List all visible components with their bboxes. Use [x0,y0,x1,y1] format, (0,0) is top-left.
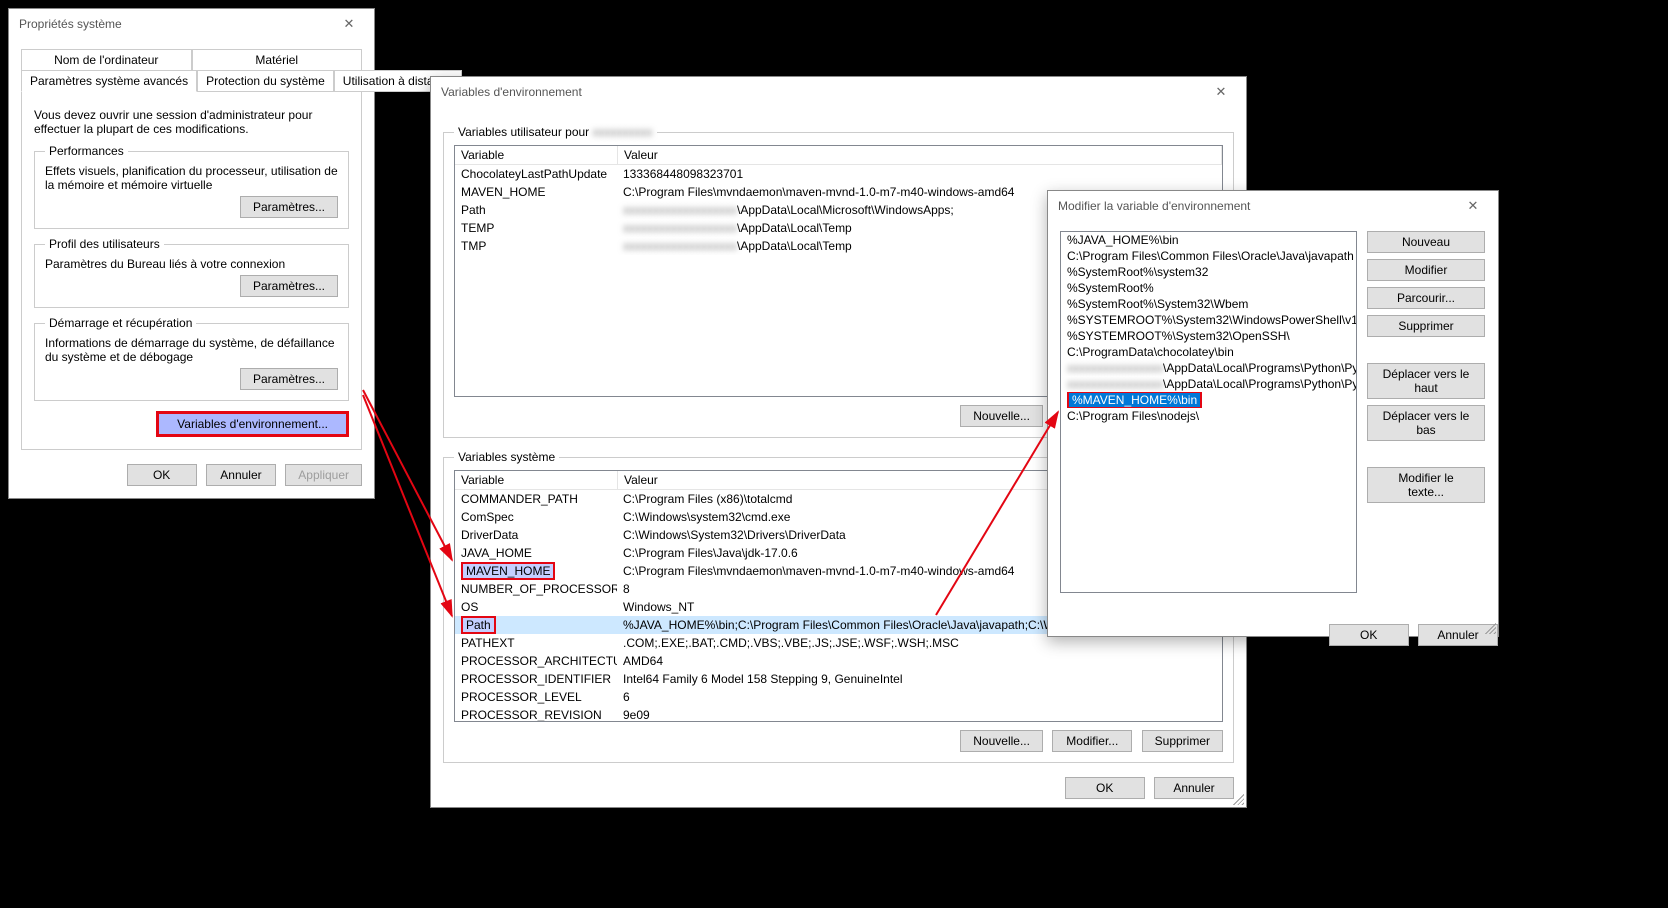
cancel-button[interactable]: Annuler [1154,777,1234,799]
table-row[interactable]: PROCESSOR_REVISION9e09 [455,706,1222,722]
edit-entry-button[interactable]: Modifier [1367,259,1485,281]
move-down-button[interactable]: Déplacer vers le bas [1367,405,1485,441]
sys-delete-button[interactable]: Supprimer [1142,730,1223,752]
user-profile-legend: Profil des utilisateurs [45,237,164,251]
table-row[interactable]: ChocolateyLastPathUpdate1333684480983237… [455,165,1222,183]
list-item[interactable]: %SYSTEMROOT%\System32\OpenSSH\ [1061,328,1356,344]
system-properties-window: Propriétés système ✕ Nom de l'ordinateur… [8,8,375,499]
startup-settings-button[interactable]: Paramètres... [240,368,338,390]
tab-system-protection[interactable]: Protection du système [197,70,334,92]
col-value[interactable]: Valeur [618,146,1222,165]
tab-computer-name[interactable]: Nom de l'ordinateur [21,49,192,71]
startup-group: Démarrage et récupération Informations d… [34,316,349,401]
cancel-button[interactable]: Annuler [206,464,276,486]
browse-button[interactable]: Parcourir... [1367,287,1485,309]
titlebar[interactable]: Modifier la variable d'environnement ✕ [1048,191,1498,221]
user-profile-desc: Paramètres du Bureau liés à votre connex… [45,257,338,271]
table-row[interactable]: PROCESSOR_IDENTIFIERIntel64 Family 6 Mod… [455,670,1222,688]
startup-legend: Démarrage et récupération [45,316,196,330]
list-item[interactable]: C:\Program Files\nodejs\ [1061,408,1356,424]
list-item[interactable]: %SYSTEMROOT%\System32\WindowsPowerShell\… [1061,312,1356,328]
list-item[interactable]: %SystemRoot% [1061,280,1356,296]
ok-button[interactable]: OK [127,464,197,486]
edit-env-variable-window: Modifier la variable d'environnement ✕ %… [1047,190,1499,637]
ok-button[interactable]: OK [1329,624,1409,646]
environment-variables-button[interactable]: Variables d'environnement... [159,414,346,434]
performance-settings-button[interactable]: Paramètres... [240,196,338,218]
window-title: Modifier la variable d'environnement [1058,199,1250,213]
sys-new-button[interactable]: Nouvelle... [960,730,1043,752]
user-profile-group: Profil des utilisateurs Paramètres du Bu… [34,237,349,308]
user-profile-settings-button[interactable]: Paramètres... [240,275,338,297]
titlebar[interactable]: Propriétés système ✕ [9,9,374,39]
col-variable[interactable]: Variable [455,471,618,490]
list-item[interactable]: %SystemRoot%\System32\Wbem [1061,296,1356,312]
titlebar[interactable]: Variables d'environnement ✕ [431,77,1246,107]
resize-grip-icon[interactable] [1230,791,1244,805]
move-up-button[interactable]: Déplacer vers le haut [1367,363,1485,399]
path-entries-listbox[interactable]: %JAVA_HOME%\binC:\Program Files\Common F… [1060,231,1357,593]
apply-button[interactable]: Appliquer [285,464,362,486]
performance-group: Performances Effets visuels, planificati… [34,144,349,229]
tab-hardware[interactable]: Matériel [192,49,363,71]
envvars-highlight: Variables d'environnement... [156,411,349,437]
close-icon[interactable]: ✕ [326,9,372,39]
list-item[interactable]: %SystemRoot%\system32 [1061,264,1356,280]
sys-edit-button[interactable]: Modifier... [1052,730,1132,752]
delete-entry-button[interactable]: Supprimer [1367,315,1485,337]
list-item[interactable]: %MAVEN_HOME%\bin [1061,392,1356,408]
new-entry-button[interactable]: Nouveau [1367,231,1485,253]
tabstrip: Nom de l'ordinateur Matériel Paramètres … [21,49,362,91]
startup-desc: Informations de démarrage du système, de… [45,336,338,364]
table-row[interactable]: PROCESSOR_ARCHITECTUREAMD64 [455,652,1222,670]
window-title: Variables d'environnement [441,85,582,99]
performance-legend: Performances [45,144,128,158]
list-item[interactable]: C:\ProgramData\chocolatey\bin [1061,344,1356,360]
list-item[interactable]: C:\Program Files\Common Files\Oracle\Jav… [1061,248,1356,264]
resize-grip-icon[interactable] [1482,620,1496,634]
col-variable[interactable]: Variable [455,146,618,165]
user-new-button[interactable]: Nouvelle... [960,405,1043,427]
edit-text-button[interactable]: Modifier le texte... [1367,467,1485,503]
admin-note: Vous devez ouvrir une session d'administ… [34,108,349,136]
list-item[interactable]: %JAVA_HOME%\bin [1061,232,1356,248]
list-item[interactable]: xxxxxxxxxxxxxxxx\AppData\Local\Programs\… [1061,376,1356,392]
window-title: Propriétés système [19,17,122,31]
ok-button[interactable]: OK [1065,777,1145,799]
list-item[interactable]: xxxxxxxxxxxxxxxx\AppData\Local\Programs\… [1061,360,1356,376]
tab-advanced[interactable]: Paramètres système avancés [21,70,197,92]
close-icon[interactable]: ✕ [1450,191,1496,221]
system-variables-legend: Variables système [454,450,559,464]
user-variables-legend: Variables utilisateur pour xxxxxxxxxx [454,125,657,139]
close-icon[interactable]: ✕ [1198,77,1244,107]
table-row[interactable]: PROCESSOR_LEVEL6 [455,688,1222,706]
performance-desc: Effets visuels, planification du process… [45,164,338,192]
